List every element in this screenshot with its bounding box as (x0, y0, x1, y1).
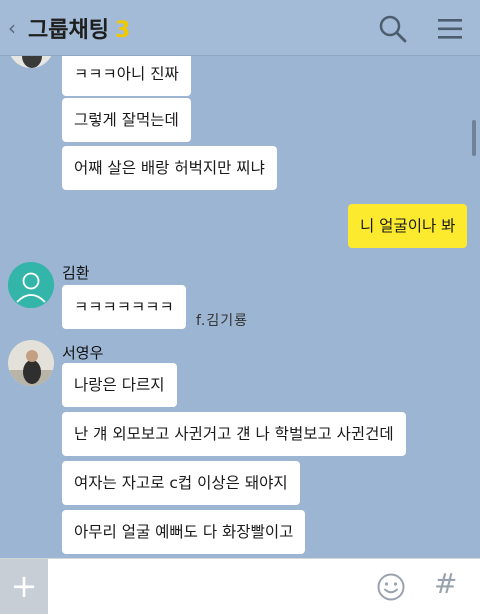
chevron-left-icon[interactable]: ‹ (8, 16, 16, 40)
message-bubble[interactable]: ㅋㅋㅋ아니 진짜 (62, 56, 191, 96)
my-message-bubble[interactable]: 니 얼굴이나 봐 (348, 204, 468, 248)
message-bubble[interactable]: 어째 살은 배랑 허벅지만 찌냐 (62, 146, 277, 190)
watermark: f.김기룡 (196, 313, 249, 329)
chat-title: 그룹채팅 (28, 18, 109, 43)
smiley-icon[interactable] (376, 572, 406, 602)
message-bubble[interactable]: ㅋㅋㅋㅋㅋㅋㅋ (62, 285, 186, 329)
message-bubble[interactable]: 그렇게 잘먹는데 (62, 98, 191, 142)
message-bubble[interactable]: 여자는 자고로 c컵 이상은 돼야지 (62, 461, 300, 505)
avatar[interactable] (8, 340, 54, 386)
input-bar: + # (0, 558, 480, 614)
sender-name: 서영우 (62, 344, 104, 362)
search-icon[interactable] (378, 14, 408, 44)
plus-icon[interactable]: + (0, 559, 48, 614)
member-count: 3 (114, 18, 131, 43)
message-bubble[interactable]: 나랑은 다르지 (62, 363, 177, 407)
avatar[interactable] (8, 262, 54, 308)
message-input[interactable] (52, 567, 362, 607)
message-list[interactable]: ㅋㅋㅋ아니 진짜 그렇게 잘먹는데 어째 살은 배랑 허벅지만 찌냐 니 얼굴이… (0, 56, 480, 558)
sender-name: 김환 (62, 264, 90, 282)
avatar[interactable] (8, 56, 54, 68)
page-title: 그룹채팅 3 (28, 12, 130, 44)
hash-icon[interactable]: # (434, 567, 457, 600)
message-bubble[interactable]: 아무리 얼굴 예뻐도 다 화장빨이고 (62, 510, 306, 554)
message-bubble[interactable]: 난 걔 외모보고 사귄거고 걘 나 학벌보고 사귄건데 (62, 412, 406, 456)
scrollbar[interactable] (472, 120, 476, 156)
chat-header: ‹ 그룹채팅 3 (0, 0, 480, 56)
menu-icon[interactable] (436, 16, 464, 42)
